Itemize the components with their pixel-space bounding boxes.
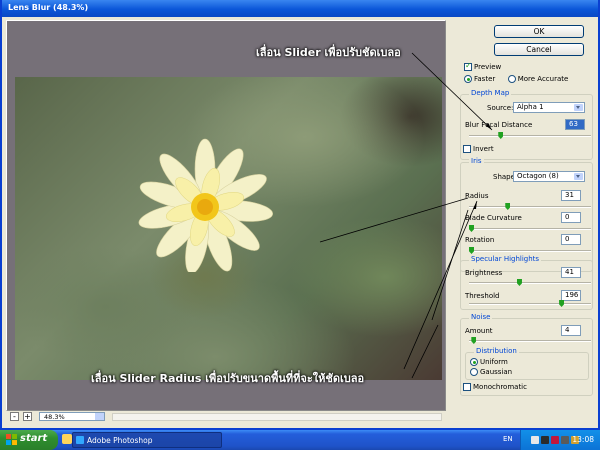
annotation-top: เลื่อน Slider เพื่อปรับชัดเบลอ <box>256 46 401 59</box>
noise-title: Noise <box>469 313 493 321</box>
gaussian-row[interactable]: Gaussian <box>470 368 512 376</box>
distribution-title: Distribution <box>474 347 519 355</box>
blur-focal-distance-label: Blur Focal Distance <box>465 121 533 129</box>
clock: 13:08 <box>572 435 594 444</box>
source-label: Source: <box>487 104 514 112</box>
preview-checkbox[interactable] <box>464 61 472 71</box>
annotation-bottom: เลื่อน Slider Radius เพื่อปรับขนาดพื้นที… <box>91 372 365 385</box>
depth-map-group: Depth Map Source: Alpha 1 Blur Focal Dis… <box>460 89 593 160</box>
amount-input[interactable]: 4 <box>561 325 581 336</box>
shape-value: Octagon (8) <box>517 172 559 180</box>
gaussian-radio[interactable] <box>470 368 478 376</box>
zoom-bar: - + 48.3% <box>6 411 446 422</box>
invert-checkbox[interactable] <box>463 145 471 153</box>
uniform-label: Uniform <box>480 358 508 366</box>
iris-title: Iris <box>469 157 484 165</box>
tray-icon[interactable] <box>541 436 549 444</box>
brightness-label: Brightness <box>465 269 503 277</box>
blade-curvature-label: Blade Curvature <box>465 214 522 222</box>
depth-map-title: Depth Map <box>469 89 512 97</box>
monochromatic-row[interactable]: Monochromatic <box>463 383 527 391</box>
more-accurate-label: More Accurate <box>517 75 569 83</box>
taskbar: start Adobe Photoshop EN 13:08 <box>0 430 600 450</box>
faster-radio[interactable] <box>464 75 472 83</box>
rotation-thumb[interactable] <box>469 247 474 254</box>
tray-icon[interactable] <box>531 436 539 444</box>
zoom-level-select[interactable]: 48.3% <box>39 412 105 421</box>
shape-select[interactable]: Octagon (8) <box>513 171 585 182</box>
blur-focal-distance-slider[interactable] <box>469 132 591 139</box>
taskbar-item-label: Adobe Photoshop <box>87 436 153 445</box>
noise-group: Noise Amount 4 Distribution Uniform Gaus… <box>460 313 593 396</box>
chevron-down-icon <box>95 413 104 420</box>
preview-checkbox-row[interactable]: Preview <box>464 61 502 71</box>
language-indicator[interactable]: EN <box>503 435 513 443</box>
source-value: Alpha 1 <box>517 103 544 111</box>
threshold-label: Threshold <box>465 292 500 300</box>
radius-input[interactable]: 31 <box>561 190 581 201</box>
rotation-input[interactable]: 0 <box>561 234 581 245</box>
photoshop-icon <box>76 436 84 444</box>
chevron-down-icon <box>574 104 583 111</box>
more-accurate-radio[interactable] <box>507 75 516 83</box>
uniform-radio[interactable] <box>470 358 478 366</box>
ok-button[interactable]: OK <box>494 25 584 38</box>
cancel-button[interactable]: Cancel <box>494 43 584 56</box>
zoom-level-value: 48.3% <box>44 413 65 421</box>
preview-quality-row: Faster More Accurate <box>464 75 568 83</box>
start-label: start <box>20 433 48 444</box>
threshold-input[interactable]: 196 <box>561 290 581 301</box>
horizontal-scrollbar[interactable] <box>112 413 442 421</box>
radius-slider[interactable] <box>469 203 591 210</box>
amount-label: Amount <box>465 327 493 335</box>
chevron-down-icon <box>574 173 583 180</box>
specular-highlights-title: Specular Highlights <box>469 255 542 263</box>
gaussian-label: Gaussian <box>480 368 513 376</box>
faster-label: Faster <box>474 75 496 83</box>
brightness-thumb[interactable] <box>516 279 522 286</box>
blade-curvature-slider[interactable] <box>469 225 591 232</box>
photo-water-lily <box>15 77 442 380</box>
system-tray: 13:08 <box>520 430 600 450</box>
blur-focal-distance-thumb[interactable] <box>498 132 504 139</box>
rotation-slider[interactable] <box>469 247 591 254</box>
invert-label: Invert <box>473 145 494 153</box>
brightness-input[interactable]: 41 <box>561 267 581 278</box>
distribution-group: Distribution Uniform Gaussian <box>465 347 589 380</box>
rotation-label: Rotation <box>465 236 495 244</box>
preview-canvas[interactable]: เลื่อน Slider เพื่อปรับชัดเบลอ เลื่อน Sl… <box>6 20 446 411</box>
taskbar-item-photoshop[interactable]: Adobe Photoshop <box>72 432 222 448</box>
source-select[interactable]: Alpha 1 <box>513 102 585 113</box>
zoom-in-button[interactable]: + <box>23 412 32 421</box>
preview-label: Preview <box>474 63 502 71</box>
lens-blur-dialog: Lens Blur (48.3%) เลื่อน Slider เพื่อปรั… <box>0 0 600 430</box>
blade-curvature-thumb[interactable] <box>469 225 474 232</box>
uniform-row[interactable]: Uniform <box>470 358 508 366</box>
blur-focal-distance-input[interactable]: 63 <box>565 119 585 130</box>
water-lily-flower <box>138 138 273 272</box>
window-title: Lens Blur (48.3%) <box>2 0 598 17</box>
quick-launch-icon[interactable] <box>62 434 72 444</box>
threshold-slider[interactable] <box>469 300 591 307</box>
brightness-slider[interactable] <box>469 279 591 286</box>
threshold-thumb[interactable] <box>559 300 565 307</box>
specular-highlights-group: Specular Highlights Brightness 41 Thresh… <box>460 255 593 310</box>
zoom-out-button[interactable]: - <box>10 412 19 421</box>
amount-thumb[interactable] <box>471 337 477 344</box>
windows-logo-icon <box>6 434 17 445</box>
radius-label: Radius <box>465 192 489 200</box>
blade-curvature-input[interactable]: 0 <box>561 212 581 223</box>
monochromatic-checkbox[interactable] <box>463 383 471 391</box>
start-button[interactable]: start <box>0 430 58 450</box>
tray-icon[interactable] <box>551 436 559 444</box>
options-panel: OK Cancel Preview Faster More Accurate D… <box>456 20 597 420</box>
amount-slider[interactable] <box>469 337 591 344</box>
monochromatic-label: Monochromatic <box>473 383 527 391</box>
radius-thumb[interactable] <box>505 203 511 210</box>
tray-icon[interactable] <box>561 436 569 444</box>
invert-row[interactable]: Invert <box>463 145 494 153</box>
